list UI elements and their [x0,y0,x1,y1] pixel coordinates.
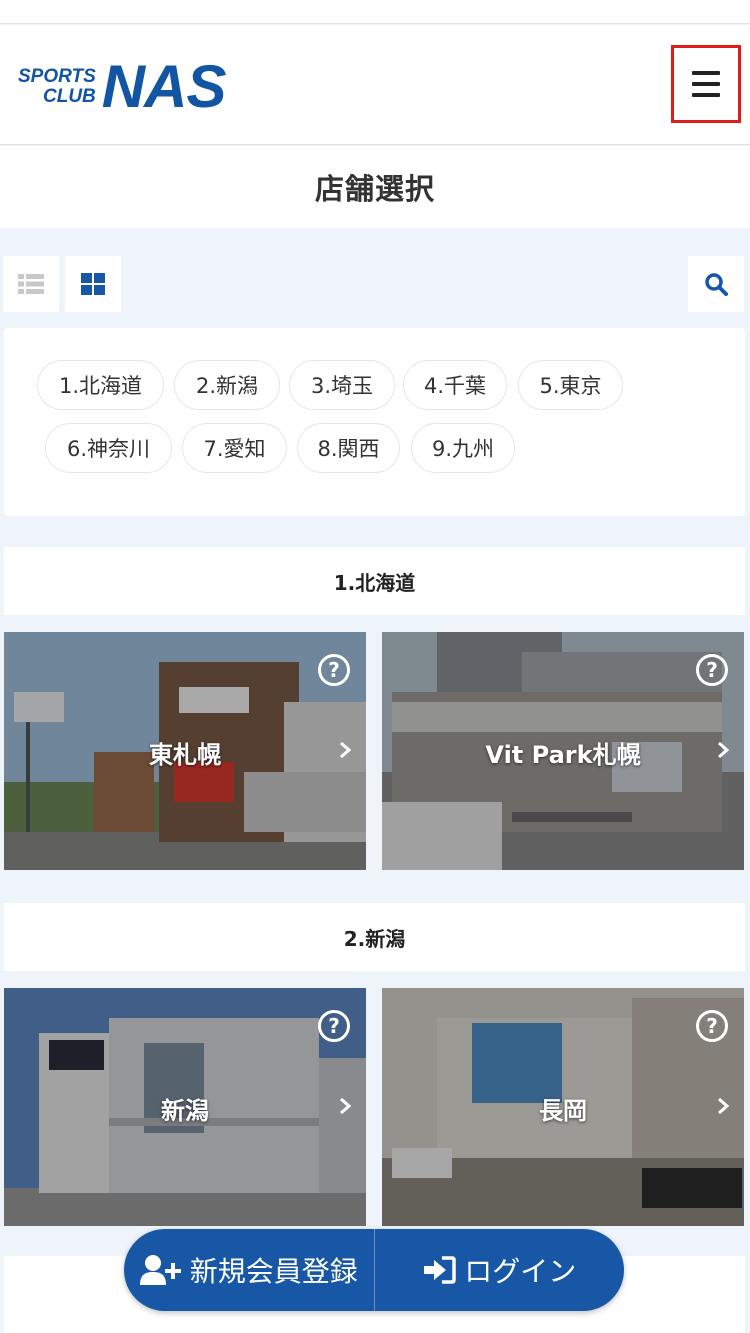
page-title: 店舗選択 [314,172,435,206]
chevron-right-icon [718,741,730,759]
floating-cta-bar: 新規会員登録 ログイン [124,1229,624,1311]
list-view-icon [18,274,44,294]
chevron-right-icon [340,741,352,759]
store-card-higashi-sapporo[interactable]: 東札幌 ? [4,632,366,870]
login-button[interactable]: ログイン [375,1229,625,1311]
logo-small-text: SPORTS CLUB [18,66,96,107]
region-chip-kansai[interactable]: 8.関西 [297,423,400,473]
region-chip-niigata[interactable]: 2.新潟 [174,360,280,410]
user-plus-icon [139,1255,181,1285]
store-name: 長岡 [539,1097,587,1125]
region-chip-saitama[interactable]: 3.埼玉 [289,360,395,410]
section-heading-niigata: 2.新潟 [4,903,745,971]
help-question-icon[interactable]: ? [696,1010,728,1042]
hamburger-menu-icon [692,71,720,97]
help-question-icon[interactable]: ? [318,1010,350,1042]
top-strip [0,0,750,24]
search-icon [705,273,728,296]
register-button[interactable]: 新規会員登録 [124,1229,374,1311]
help-question-icon[interactable]: ? [696,654,728,686]
list-view-button[interactable] [3,256,59,312]
register-label: 新規会員登録 [189,1255,358,1288]
region-chip-kyushu[interactable]: 9.九州 [411,423,515,473]
region-chip-chiba[interactable]: 4.千葉 [403,360,507,410]
store-name: 東札幌 [149,741,221,769]
chevron-right-icon [340,1097,352,1115]
region-chip-aichi[interactable]: 7.愛知 [182,423,287,473]
search-button[interactable] [688,256,744,312]
store-name: 新潟 [161,1097,209,1125]
login-label: ログイン [464,1255,577,1288]
sign-in-icon [424,1256,456,1284]
grid-view-button[interactable] [65,256,121,312]
region-filter-panel: 1.北海道 2.新潟 3.埼玉 4.千葉 5.東京 6.神奈川 7.愛知 8.関… [4,328,745,516]
grid-view-icon [81,273,105,295]
hamburger-menu-button[interactable] [671,45,741,123]
page-title-bar: 店舗選択 [0,146,750,228]
store-card-niigata[interactable]: 新潟 ? [4,988,366,1226]
region-chip-kanagawa[interactable]: 6.神奈川 [45,423,172,473]
logo-big-text: NAS [101,53,227,120]
region-chip-tokyo[interactable]: 5.東京 [518,360,623,410]
site-header: SPORTS CLUB NAS [0,25,750,145]
section-heading-hokkaido: 1.北海道 [4,547,745,615]
region-chip-hokkaido[interactable]: 1.北海道 [37,360,164,410]
store-card-vit-park-sapporo[interactable]: Vit Park札幌 ? [382,632,744,870]
help-question-icon[interactable]: ? [318,654,350,686]
chevron-right-icon [718,1097,730,1115]
sportsclub-nas-logo[interactable]: SPORTS CLUB NAS [18,53,227,120]
store-card-nagaoka[interactable]: 長岡 ? [382,988,744,1226]
store-name: Vit Park札幌 [485,741,641,769]
